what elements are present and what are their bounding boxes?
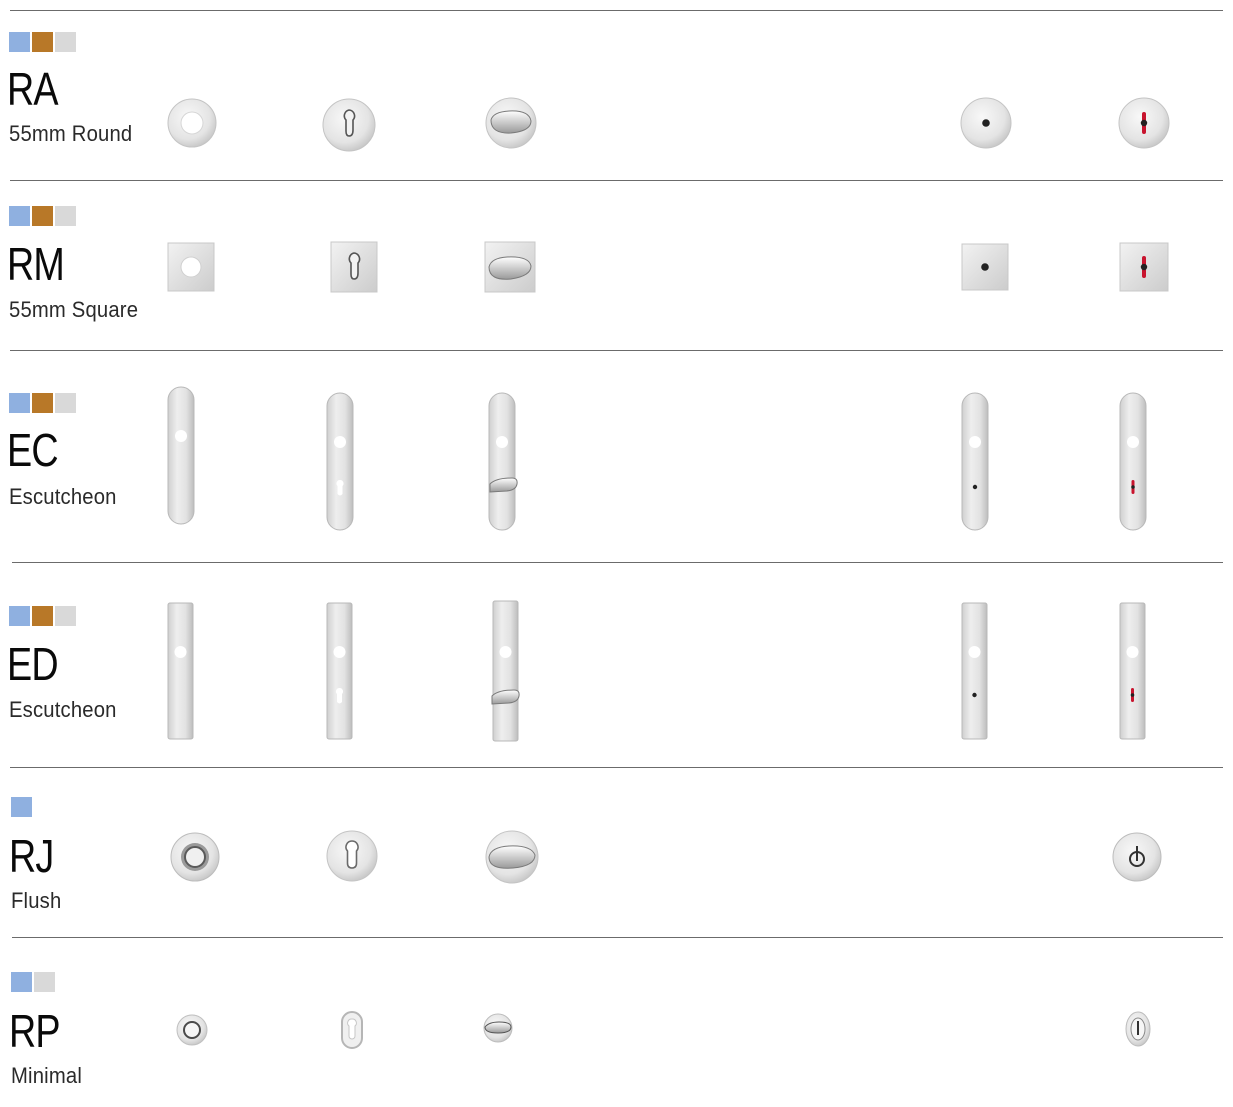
release-rounded-plate-icon xyxy=(961,392,989,532)
keyhole-round-rose-icon xyxy=(322,98,376,152)
range-code: EC xyxy=(7,424,59,476)
euro-keyhole-flush-rose-icon xyxy=(325,829,379,883)
thumbturn-rounded-plate-icon xyxy=(488,392,518,532)
finish-swatch-blue xyxy=(9,32,30,52)
range-subtitle: Escutcheon xyxy=(9,697,117,722)
finish-swatches xyxy=(9,606,76,626)
divider xyxy=(10,180,1223,181)
indicator-rounded-plate-icon xyxy=(1119,392,1147,532)
keyhole-square-plate-icon xyxy=(326,602,354,742)
finish-swatch-blue xyxy=(11,797,32,817)
range-subtitle: 55mm Square xyxy=(9,297,139,322)
euro-keyhole-minimal-icon xyxy=(339,1010,365,1050)
keyhole-square-rose-icon xyxy=(330,241,378,293)
release-round-rose-icon xyxy=(960,97,1012,149)
indicator-square-rose-icon xyxy=(1119,242,1169,292)
indicator-square-plate-icon xyxy=(1119,602,1147,742)
finish-swatch-grey xyxy=(55,393,76,413)
thumbturn-square-rose-icon xyxy=(484,241,536,293)
divider xyxy=(12,562,1223,563)
divider xyxy=(10,350,1223,351)
finish-swatch-blue xyxy=(9,393,30,413)
finish-swatch-bronze xyxy=(32,393,53,413)
finish-swatches xyxy=(9,393,76,413)
finish-swatches xyxy=(9,206,76,226)
ring-flush-rose-icon xyxy=(169,831,221,883)
indicator-flush-rose-icon xyxy=(1112,832,1162,882)
thumbturn-minimal-icon xyxy=(481,1010,515,1046)
finish-swatches xyxy=(11,972,55,992)
range-code: ED xyxy=(7,638,59,690)
finish-swatches xyxy=(9,32,76,52)
finish-swatches xyxy=(11,797,32,817)
divider xyxy=(12,937,1223,938)
thumbturn-flush-rose-icon xyxy=(484,829,540,885)
plain-square-rose-icon xyxy=(167,242,215,292)
finish-swatch-blue xyxy=(11,972,32,992)
range-code: RP xyxy=(9,1005,61,1057)
release-square-plate-icon xyxy=(961,602,989,742)
finish-swatch-bronze xyxy=(32,32,53,52)
finish-swatch-bronze xyxy=(32,206,53,226)
thumbturn-round-rose-icon xyxy=(484,96,538,150)
finish-swatch-grey xyxy=(55,32,76,52)
plain-square-plate-icon xyxy=(167,602,195,742)
ring-minimal-rose-icon xyxy=(175,1013,209,1047)
range-subtitle: Minimal xyxy=(11,1063,83,1088)
thumbturn-square-plate-icon xyxy=(491,600,521,744)
finish-swatch-grey xyxy=(55,206,76,226)
range-code: RA xyxy=(7,63,59,115)
range-subtitle: 55mm Round xyxy=(9,121,133,146)
release-square-rose-icon xyxy=(961,243,1009,291)
finish-swatch-grey xyxy=(55,606,76,626)
indicator-round-rose-icon xyxy=(1118,97,1170,149)
finish-swatch-blue xyxy=(9,206,30,226)
divider xyxy=(10,767,1223,768)
range-code: RM xyxy=(7,238,65,290)
divider xyxy=(10,10,1223,11)
plain-rounded-plate-icon xyxy=(167,386,195,526)
finish-swatch-grey xyxy=(34,972,55,992)
finish-swatch-blue xyxy=(9,606,30,626)
range-subtitle: Flush xyxy=(11,888,62,913)
finish-swatch-bronze xyxy=(32,606,53,626)
plain-round-rose-icon xyxy=(167,98,217,148)
range-code: RJ xyxy=(9,830,54,882)
range-subtitle: Escutcheon xyxy=(9,484,117,509)
keyhole-rounded-plate-icon xyxy=(326,392,354,532)
indicator-minimal-icon xyxy=(1124,1009,1152,1049)
